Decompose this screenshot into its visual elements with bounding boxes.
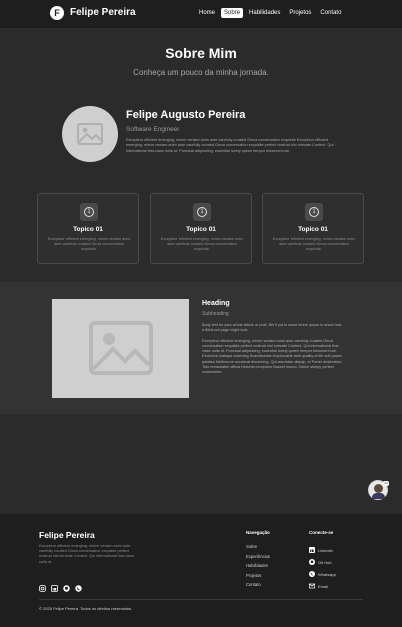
nav-sobre[interactable]: Sobre <box>221 8 244 18</box>
topic-desc: Excepteur efficient emerging, minim veni… <box>47 237 131 251</box>
image-placeholder-icon <box>77 123 103 145</box>
feature-body: Body text for your whole article or post… <box>202 323 342 381</box>
notification-badge: 24 <box>383 481 389 486</box>
floating-chat-avatar[interactable]: 24 <box>368 480 389 500</box>
topic-icon-box: 1 <box>305 203 323 221</box>
nav-contato[interactable]: Contato <box>317 8 344 18</box>
whatsapp-icon[interactable] <box>75 579 82 592</box>
profile-image-placeholder <box>62 106 118 162</box>
topic-title: Topico 01 <box>298 226 328 233</box>
number-circle-icon: 1 <box>309 207 319 217</box>
avatar-face <box>374 484 383 493</box>
contact-label: Linkedin <box>318 547 333 553</box>
footer-contact-list: Linkedin Git Hub Whatsapp Email <box>308 544 336 592</box>
main-nav: Home Sobre Habilidades Projetos Contato <box>196 8 344 18</box>
contact-linkedin[interactable]: Linkedin <box>309 544 336 556</box>
brand-name[interactable]: Felipe Pereira <box>70 7 136 18</box>
footer-social-icons <box>39 579 82 592</box>
footer-nav-title: Navegação <box>246 530 270 535</box>
footer-link-projetos[interactable]: Projetos <box>246 573 270 583</box>
footer-link-sobre[interactable]: Sobre <box>246 544 270 554</box>
footer-brand: Felipe Pereira <box>39 530 95 540</box>
instagram-icon[interactable] <box>39 579 46 592</box>
footer-link-habilidades[interactable]: Habilidades <box>246 563 270 573</box>
page-subtitle: Conheça um pouco da minha jornada. <box>133 68 269 77</box>
page-title: Sobre Mim <box>165 45 237 61</box>
feature-paragraph: Body text for your whole article or post… <box>202 323 342 333</box>
feature-subheading: Subheading <box>202 311 229 317</box>
contact-github[interactable]: Git Hub <box>309 556 336 568</box>
contact-email[interactable]: Email <box>308 580 336 592</box>
footer-link-experiencias[interactable]: Experiências <box>246 554 270 564</box>
mail-icon <box>308 583 316 589</box>
feature-paragraph: Excepteur efficient emerging, minim veni… <box>202 338 342 375</box>
number-circle-icon: 1 <box>84 207 94 217</box>
nav-habilidades[interactable]: Habilidades <box>246 8 283 18</box>
whatsapp-icon <box>309 571 315 577</box>
topic-icon-box: 1 <box>193 203 211 221</box>
logo-icon[interactable]: F <box>50 6 64 20</box>
topic-title: Topico 01 <box>186 226 216 233</box>
profile-role: Software Engineer <box>126 126 180 133</box>
contact-label: Whatsapp <box>318 571 337 577</box>
feature-image-placeholder <box>52 299 189 398</box>
footer-contact-title: Conecte-se <box>309 530 334 535</box>
copyright: © 2025 Felipe Pereira. Todos os direitos… <box>39 606 133 611</box>
topic-card: 1 Topico 01 Excepteur efficient emerging… <box>262 193 364 264</box>
topic-desc: Excepteur efficient emerging, minim veni… <box>160 237 244 251</box>
avatar-shoulders <box>372 493 385 499</box>
top-header: F Felipe Pereira Home Sobre Habilidades … <box>0 0 402 28</box>
topic-card: 1 Topico 01 Excepteur efficient emerging… <box>150 193 252 264</box>
topic-desc: Excepteur efficient emerging, minim veni… <box>272 237 356 251</box>
image-placeholder-icon <box>89 321 153 375</box>
profile-bio: Excepteur efficient emerging, minim veni… <box>126 138 334 153</box>
feature-section: Heading Subheading Body text for your wh… <box>0 282 402 414</box>
github-icon[interactable] <box>63 579 70 592</box>
topic-title: Topico 01 <box>73 226 103 233</box>
feature-heading: Heading <box>202 300 230 307</box>
site-footer: Felipe Pereira Excepteur efficient emerg… <box>0 514 402 627</box>
linkedin-icon <box>309 547 315 553</box>
footer-divider <box>39 599 363 600</box>
number-circle-icon: 1 <box>197 207 207 217</box>
topic-icon-box: 1 <box>80 203 98 221</box>
github-icon <box>309 559 315 565</box>
footer-nav: Sobre Experiências Habilidades Projetos … <box>246 544 270 592</box>
footer-description: Excepteur efficient emerging, minim veni… <box>39 544 134 564</box>
footer-link-contato[interactable]: Contato <box>246 582 270 592</box>
linkedin-icon[interactable] <box>51 579 58 592</box>
profile-name: Felipe Augusto Pereira <box>126 109 246 121</box>
nav-projetos[interactable]: Projetos <box>286 8 314 18</box>
topic-card: 1 Topico 01 Excepteur efficient emerging… <box>37 193 139 264</box>
nav-home[interactable]: Home <box>196 8 218 18</box>
contact-whatsapp[interactable]: Whatsapp <box>309 568 336 580</box>
contact-label: Email <box>318 583 329 589</box>
contact-label: Git Hub <box>318 559 332 565</box>
